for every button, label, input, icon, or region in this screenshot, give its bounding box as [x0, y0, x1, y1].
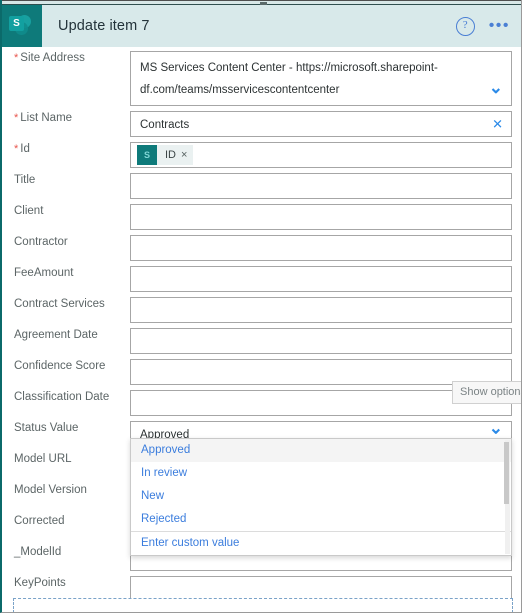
required-asterisk: * — [14, 143, 19, 155]
form-row-contract-services: Contract Services — [2, 297, 521, 323]
status-value-dropdown[interactable]: Approved In review New Rejected Enter custom… — [130, 438, 512, 556]
field-label-text: Contractor — [14, 236, 68, 248]
field-label: FeeAmount — [2, 266, 130, 280]
chevron-down-icon[interactable]: ⌄ — [489, 79, 503, 96]
field-label: Title — [2, 173, 130, 187]
field-label-text: Agreement Date — [14, 329, 98, 341]
chevron-down-icon[interactable]: ⌄ — [489, 420, 503, 437]
field-label: Model URL — [2, 452, 130, 466]
form-row-confidence-score: Confidence Score — [2, 359, 521, 385]
form-row-id: * Id S ID × — [2, 142, 521, 168]
field-label-text: Model URL — [14, 453, 72, 465]
field-value: Contracts — [140, 119, 190, 131]
field-input[interactable] — [130, 235, 512, 261]
form-row-site-address: * Site Address MS Services Content Center … — [2, 51, 521, 106]
field-value — [131, 298, 511, 304]
flow-action-card: S Update item 7 ? ••• * Site Address MS Se… — [0, 0, 522, 613]
dropdown-custom-value-option[interactable]: Enter custom value — [131, 531, 511, 555]
form-row-contractor: Contractor — [2, 235, 521, 261]
field-label-text: _ModelId — [14, 546, 62, 558]
field-value — [131, 329, 511, 335]
field-label: Corrected — [2, 514, 130, 528]
field-label: KeyPoints — [2, 576, 130, 590]
field-label-text: Confidence Score — [14, 360, 106, 372]
show-options-tooltip: Show options — [452, 381, 522, 404]
header-actions: ? ••• — [455, 16, 521, 36]
field-input[interactable] — [130, 297, 512, 323]
dropdown-scroll-thumb[interactable] — [504, 442, 509, 504]
field-value — [131, 360, 511, 366]
field-label-text: Corrected — [14, 515, 65, 527]
page-title: Update item 7 — [58, 18, 150, 34]
field-value: MS Services Content Center - https://mic… — [140, 62, 438, 96]
field-label-text: FeeAmount — [14, 267, 74, 279]
field-label: _ModelId — [2, 545, 130, 559]
form-row-client: Client — [2, 204, 521, 230]
field-value — [131, 205, 511, 211]
sharepoint-icon: S — [2, 5, 42, 47]
field-label-text: Title — [14, 174, 36, 186]
tooltip-text: Show options — [460, 386, 522, 398]
token-label: ID — [165, 149, 176, 161]
form-row-list-name: * List Name Contracts ✕ — [2, 111, 521, 137]
field-label: Status Value — [2, 421, 130, 435]
dropdown-scrollbar[interactable] — [504, 440, 510, 554]
field-label-text: Status Value — [14, 422, 79, 434]
required-asterisk: * — [14, 52, 19, 64]
field-label: Model Version — [2, 483, 130, 497]
field-label: * List Name — [2, 111, 130, 125]
field-label: Contract Services — [2, 297, 130, 311]
form-row-classification-date: Classification Date — [2, 390, 521, 416]
field-label-text: Client — [14, 205, 44, 217]
dropdown-option[interactable]: New — [131, 485, 511, 508]
field-input[interactable] — [130, 266, 512, 292]
field-input[interactable] — [130, 173, 512, 199]
dropdown-option[interactable]: Rejected — [131, 508, 511, 531]
sharepoint-token-icon: S — [137, 145, 157, 165]
field-label-text: Id — [20, 143, 30, 155]
field-label-text: KeyPoints — [14, 577, 66, 589]
field-label: Contractor — [2, 235, 130, 249]
field-label: Agreement Date — [2, 328, 130, 342]
field-label-text: Model Version — [14, 484, 87, 496]
field-input[interactable] — [130, 328, 512, 354]
required-asterisk: * — [14, 112, 19, 124]
field-label: * Id — [2, 142, 130, 156]
field-value — [131, 236, 511, 242]
more-options-icon[interactable]: ••• — [489, 18, 510, 34]
field-value — [131, 577, 511, 583]
field-input[interactable] — [130, 204, 512, 230]
field-label-text: List Name — [20, 112, 73, 124]
field-value — [131, 174, 511, 180]
form-row-agreement-date: Agreement Date — [2, 328, 521, 354]
field-input[interactable]: S ID × — [130, 142, 512, 168]
card-header: S Update item 7 ? ••• — [2, 5, 521, 47]
field-label: * Site Address — [2, 51, 130, 65]
field-value — [131, 267, 511, 273]
add-action-placeholder[interactable] — [13, 598, 513, 612]
help-icon[interactable]: ? — [455, 16, 475, 36]
field-label: Confidence Score — [2, 359, 130, 373]
field-label: Client — [2, 204, 130, 218]
field-input[interactable]: Contracts ✕ — [130, 111, 512, 137]
form-row-feeamount: FeeAmount — [2, 266, 521, 292]
field-label-text: Site Address — [20, 52, 85, 64]
dropdown-option[interactable]: Approved — [131, 439, 511, 462]
close-icon[interactable]: ✕ — [492, 118, 503, 131]
dropdown-option[interactable]: In review — [131, 462, 511, 485]
token-remove-icon[interactable]: × — [181, 149, 187, 161]
token-chip[interactable]: S ID × — [137, 145, 194, 165]
field-input[interactable]: MS Services Content Center - https://mic… — [130, 51, 512, 106]
form-row-title: Title — [2, 173, 521, 199]
field-label-text: Classification Date — [14, 391, 110, 403]
field-label-text: Contract Services — [14, 298, 105, 310]
field-label: Classification Date — [2, 390, 130, 404]
